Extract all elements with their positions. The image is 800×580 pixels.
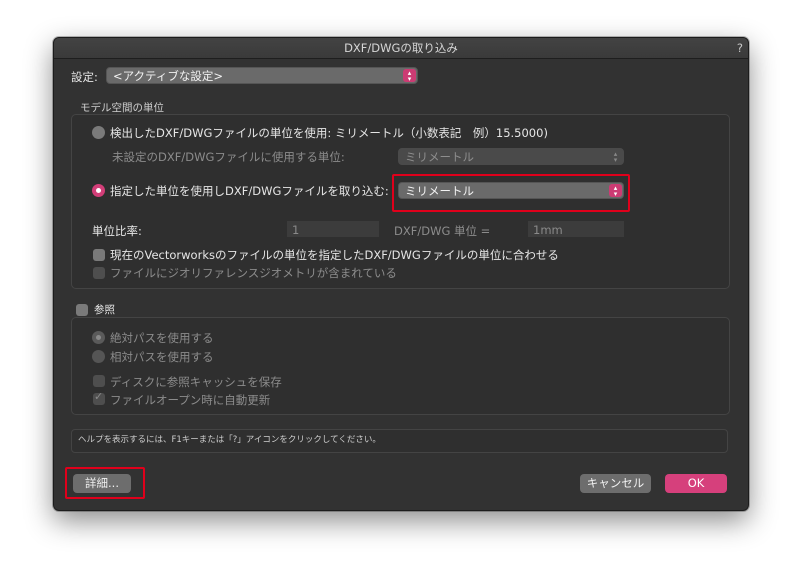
help-text: ヘルプを表示するには、F1キーまたは「?」アイコンをクリックしてください。 xyxy=(78,435,381,445)
checkbox-georef-label: ファイルにジオリファレンスジオメトリが含まれている xyxy=(110,266,397,280)
dxf-unit-field: 1mm xyxy=(528,221,624,237)
radio-absolute-path-label: 絶対パスを使用する xyxy=(110,331,214,345)
unset-units-popup[interactable]: ミリメートル ▴ ▾ xyxy=(398,148,624,165)
ok-button[interactable]: OK xyxy=(665,474,727,493)
checkbox-georef[interactable] xyxy=(93,267,105,279)
radio-detected-units[interactable] xyxy=(92,126,105,139)
dialog-title: DXF/DWGの取り込み xyxy=(344,41,458,55)
help-text-box: ヘルプを表示するには、F1キーまたは「?」アイコンをクリックしてください。 xyxy=(71,429,728,453)
popup-arrows-icon: ▴ ▾ xyxy=(613,149,618,164)
help-icon[interactable]: ? xyxy=(737,38,743,58)
settings-label: 設定: xyxy=(71,70,98,84)
unset-units-label: 未設定のDXF/DWGファイルに使用する単位: xyxy=(112,150,345,164)
settings-popup-value: <アクティブな設定> xyxy=(113,69,224,83)
radio-specified-units[interactable] xyxy=(92,184,105,197)
radio-relative-path[interactable] xyxy=(92,350,105,363)
checkbox-reference[interactable] xyxy=(76,304,88,316)
import-dialog: DXF/DWGの取り込み ? 設定: <アクティブな設定> ▴ ▾ モデル空間の単… xyxy=(53,37,749,511)
checkbox-save-cache[interactable] xyxy=(93,375,105,387)
model-units-group-title: モデル空間の単位 xyxy=(80,102,164,114)
scale-input[interactable]: 1 xyxy=(287,221,379,237)
specified-units-popup[interactable]: ミリメートル ▴ ▾ xyxy=(398,182,624,199)
radio-specified-units-label: 指定した単位を使用しDXF/DWGファイルを取り込む: xyxy=(110,184,389,198)
popup-arrows-icon: ▴ ▾ xyxy=(403,69,416,82)
cancel-button[interactable]: キャンセル xyxy=(580,474,651,493)
popup-arrows-icon: ▴ ▾ xyxy=(609,184,622,197)
dxf-unit-label: DXF/DWG 単位 = xyxy=(394,224,491,238)
scale-label: 単位比率: xyxy=(92,224,142,238)
unset-units-value: ミリメートル xyxy=(405,150,474,164)
settings-popup[interactable]: <アクティブな設定> ▴ ▾ xyxy=(106,67,418,84)
specified-units-value: ミリメートル xyxy=(405,184,474,198)
details-button[interactable]: 詳細... xyxy=(73,474,131,493)
radio-detected-units-label: 検出したDXF/DWGファイルの単位を使用: ミリメートル（小数表記 例）15.… xyxy=(110,126,548,140)
checkbox-save-cache-label: ディスクに参照キャッシュを保存 xyxy=(110,375,282,389)
radio-absolute-path[interactable] xyxy=(92,331,105,344)
reference-label: 参照 xyxy=(94,304,115,316)
checkbox-auto-update[interactable]: ✓ xyxy=(93,390,105,405)
checkbox-match-units[interactable] xyxy=(93,249,105,261)
checkbox-auto-update-label: ファイルオープン時に自動更新 xyxy=(110,393,271,407)
title-bar: DXF/DWGの取り込み ? xyxy=(54,38,748,59)
checkbox-match-units-label: 現在のVectorworksのファイルの単位を指定したDXF/DWGファイルの単… xyxy=(110,248,559,262)
checkmark-icon: ✓ xyxy=(94,390,104,403)
radio-relative-path-label: 相対パスを使用する xyxy=(110,350,214,364)
